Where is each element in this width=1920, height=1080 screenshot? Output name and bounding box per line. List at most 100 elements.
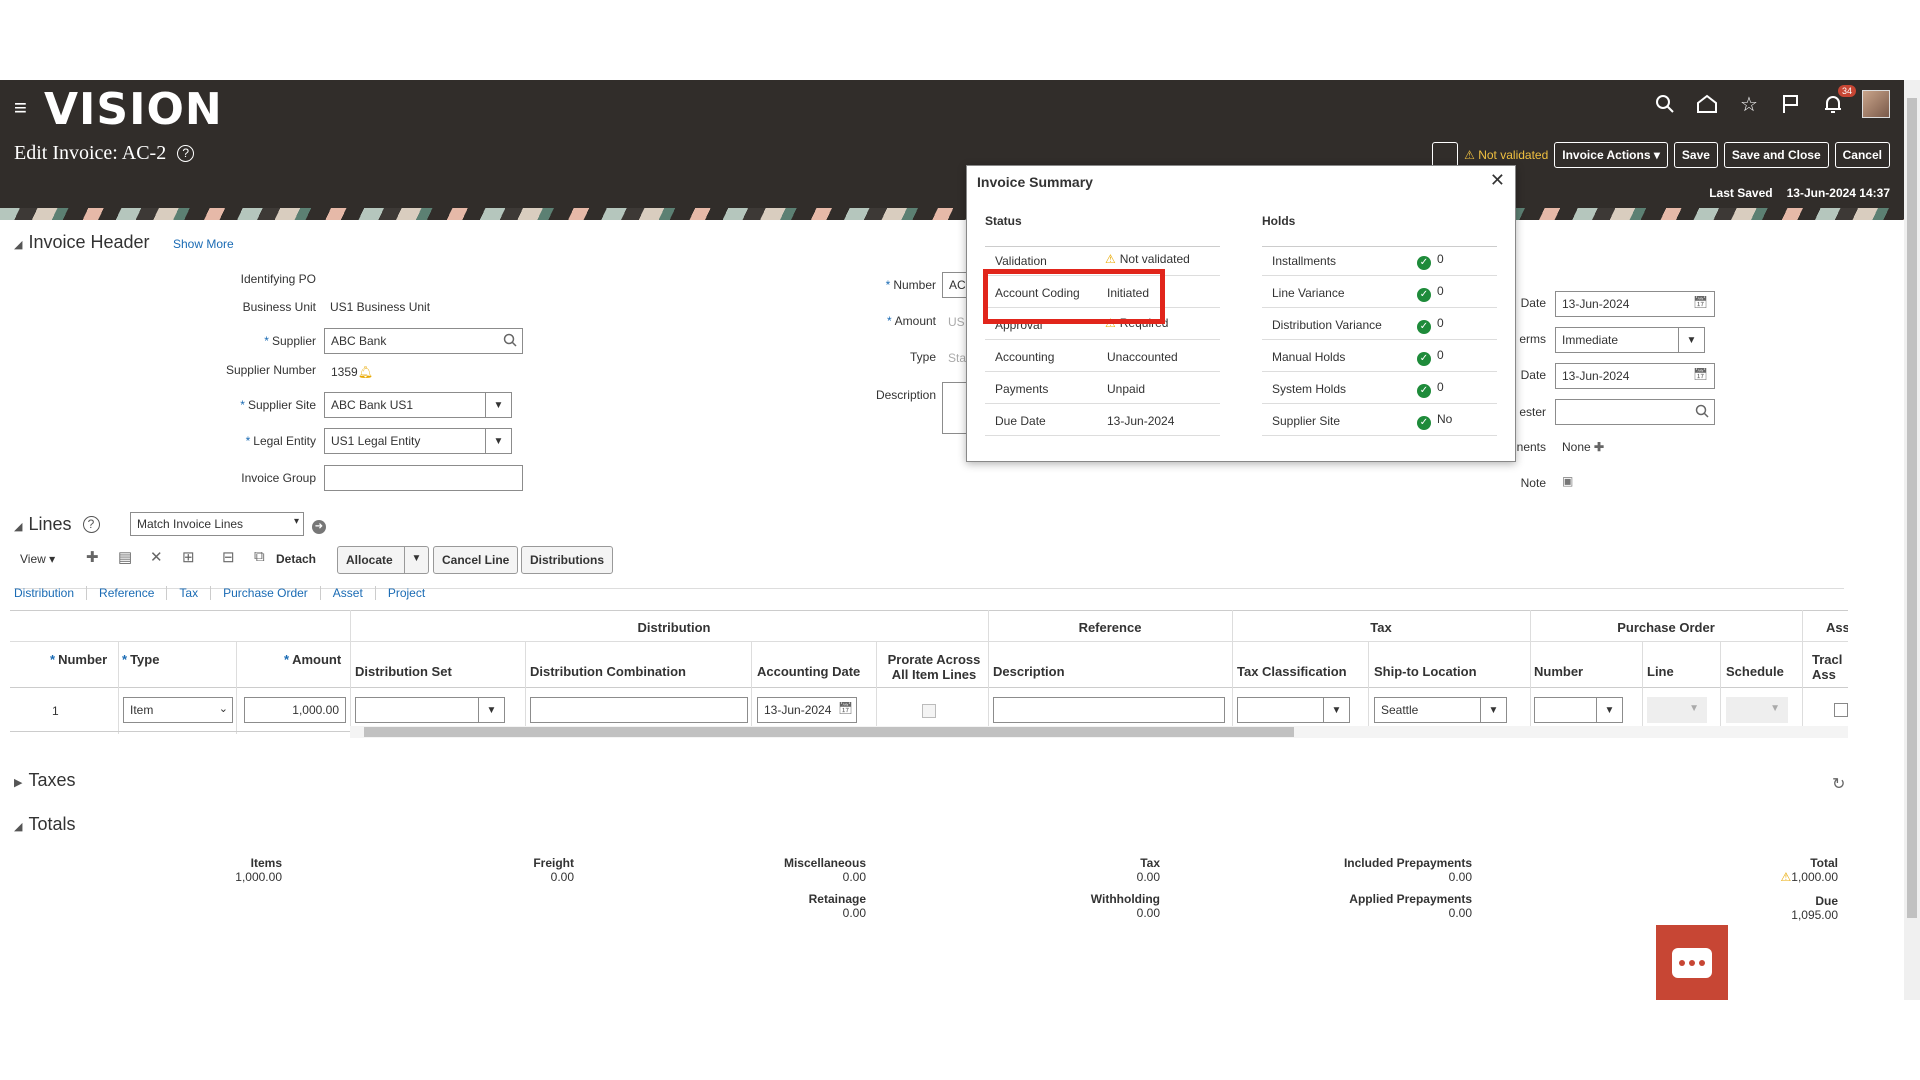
help-icon[interactable]: ? — [177, 145, 195, 162]
invoice-actions-button[interactable]: Invoice Actions ▾ — [1554, 142, 1668, 168]
unaccounted-link[interactable]: Unaccounted — [1107, 350, 1178, 364]
col-distribution-combination[interactable]: Distribution Combination — [530, 664, 686, 679]
terms-date-input[interactable]: 13-Jun-2024 📅︎ — [1555, 363, 1715, 389]
allocate-button[interactable]: Allocate ▼ — [337, 546, 429, 574]
dropdown-arrow-icon[interactable]: ▼ — [404, 547, 428, 573]
col-track-asset[interactable]: Tracl Ass — [1812, 652, 1848, 682]
tab-project[interactable]: Project — [376, 586, 437, 600]
dropdown-arrow-icon[interactable]: ▼ — [1480, 698, 1506, 722]
dropdown-arrow-icon[interactable]: ▼ — [478, 698, 504, 722]
totals-applied-prepayments: Applied Prepayments 0.00 — [1282, 892, 1472, 920]
col-number[interactable]: * Number — [50, 652, 107, 667]
col-type[interactable]: * Type — [122, 652, 159, 667]
dropdown-arrow-icon[interactable]: ▼ — [1678, 328, 1704, 352]
col-amount[interactable]: * Amount — [284, 652, 341, 667]
taxes-section[interactable]: ▶ Taxes — [14, 770, 76, 791]
detach-icon[interactable]: ⧉ — [254, 548, 265, 565]
col-description[interactable]: Description — [993, 664, 1065, 679]
search-icon[interactable] — [1695, 404, 1709, 421]
lines-section[interactable]: ◢ Lines ? — [14, 514, 100, 535]
dropdown-arrow-icon[interactable]: ▼ — [485, 393, 511, 417]
row-type-select[interactable]: Item ⌄ — [123, 697, 233, 723]
show-more-link[interactable]: Show More — [173, 237, 234, 251]
col-po-line[interactable]: Line — [1647, 664, 1674, 679]
supplier-input[interactable]: ABC Bank — [324, 328, 523, 354]
row-amount-input[interactable]: 1,000.00 — [244, 697, 346, 723]
row-tax-classification-select[interactable]: ▼ — [1237, 697, 1350, 723]
delete-icon[interactable]: ✕ — [150, 548, 163, 566]
help-icon[interactable]: ? — [82, 516, 100, 533]
save-and-close-button[interactable]: Save and Close — [1723, 142, 1829, 168]
cancel-button[interactable]: Cancel — [1834, 142, 1890, 168]
user-avatar[interactable] — [1862, 90, 1890, 118]
requester-input[interactable] — [1555, 399, 1715, 425]
hold-value-text: 0 — [1437, 316, 1444, 330]
row-po-number-select[interactable]: ▼ — [1534, 697, 1623, 723]
calendar-icon[interactable]: 📅︎ — [1693, 295, 1708, 309]
invoice-date-input[interactable]: 13-Jun-2024 📅︎ — [1555, 291, 1715, 317]
scrollbar-thumb[interactable] — [364, 727, 1294, 737]
totals-section[interactable]: ◢ Totals — [14, 814, 76, 835]
prorate-checkbox[interactable] — [922, 704, 936, 718]
home-icon[interactable] — [1694, 91, 1720, 117]
row-accounting-date-input[interactable]: 13-Jun-2024 📅︎ — [757, 697, 857, 723]
legal-entity-select[interactable]: US1 Legal Entity ▼ — [324, 428, 512, 454]
col-tax-classification[interactable]: Tax Classification — [1237, 664, 1347, 679]
dropdown-arrow-icon[interactable]: ▼ — [1323, 698, 1349, 722]
chat-button[interactable] — [1656, 925, 1728, 1000]
dropdown-arrow-icon[interactable]: ▼ — [1596, 698, 1622, 722]
add-row-icon[interactable]: ✚ — [86, 548, 99, 566]
col-prorate[interactable]: Prorate Across All Item Lines — [882, 652, 986, 682]
totals-miscellaneous: Miscellaneous 0.00 — [716, 856, 866, 884]
row-description-input[interactable] — [993, 697, 1225, 723]
detach-button[interactable]: Detach — [276, 552, 316, 566]
flag-icon[interactable] — [1778, 91, 1804, 117]
menu-icon[interactable]: ≡ — [14, 97, 34, 119]
match-invoice-lines-select[interactable]: Match Invoice Lines ▾ — [130, 512, 304, 536]
refresh-icon[interactable]: ↻ — [1832, 774, 1845, 794]
distributions-button[interactable]: Distributions — [521, 546, 613, 574]
row-distribution-combination-input[interactable] — [530, 697, 748, 723]
add-attachment-icon[interactable]: ✚ — [1594, 440, 1604, 454]
invoice-header-section[interactable]: ◢ Invoice Header — [14, 232, 150, 253]
terms-select[interactable]: Immediate ▼ — [1555, 327, 1705, 353]
note-icon[interactable]: ▣ — [1562, 474, 1573, 488]
tab-asset[interactable]: Asset — [321, 586, 376, 600]
col-po-number[interactable]: Number — [1534, 664, 1583, 679]
go-arrow-icon[interactable]: ➜ — [312, 520, 326, 534]
row-distribution-set-select[interactable]: ▼ — [355, 697, 505, 723]
favorites-star-icon[interactable]: ☆ — [1736, 91, 1762, 117]
calendar-icon[interactable]: 📅︎ — [838, 701, 853, 715]
dropdown-arrow-icon[interactable]: ▼ — [485, 429, 511, 453]
supplier-site-select[interactable]: ABC Bank US1 ▼ — [324, 392, 512, 418]
cancel-line-button[interactable]: Cancel Line — [433, 546, 519, 574]
invoice-group-input[interactable] — [324, 465, 523, 491]
check-icon: ✓ — [1417, 320, 1431, 334]
split-icon[interactable]: ⊞ — [182, 548, 195, 566]
horizontal-scrollbar[interactable] — [350, 726, 1848, 738]
view-menu[interactable]: View ▾ — [20, 552, 55, 566]
scrollbar-thumb[interactable] — [1907, 98, 1917, 918]
col-schedule[interactable]: Schedule — [1726, 664, 1784, 679]
chevron-down-icon: ▾ — [1653, 148, 1660, 162]
tab-reference[interactable]: Reference — [87, 586, 168, 600]
edit-icon[interactable]: ⊟ — [222, 548, 235, 566]
notifications-bell-icon[interactable]: 34 — [1820, 85, 1856, 117]
close-icon[interactable]: ✕ — [1490, 170, 1505, 191]
save-button[interactable]: Save — [1673, 142, 1718, 168]
search-icon[interactable] — [1652, 91, 1678, 117]
col-distribution-set[interactable]: Distribution Set — [355, 664, 452, 679]
search-icon[interactable] — [503, 333, 517, 350]
col-accounting-date[interactable]: Accounting Date — [757, 664, 860, 679]
duplicate-icon[interactable]: ▤ — [118, 548, 132, 566]
col-ship-to[interactable]: Ship-to Location — [1374, 664, 1477, 679]
tab-purchase-order[interactable]: Purchase Order — [211, 586, 321, 600]
row-ship-to-select[interactable]: Seattle ▼ — [1374, 697, 1507, 723]
track-asset-checkbox[interactable] — [1834, 703, 1848, 717]
hold-value: ✓ 0 — [1417, 252, 1444, 270]
tab-distribution[interactable]: Distribution — [14, 586, 88, 600]
vertical-scrollbar[interactable] — [1904, 80, 1920, 1000]
calendar-icon[interactable]: 📅︎ — [1693, 367, 1708, 381]
tab-tax[interactable]: Tax — [167, 586, 212, 600]
validation-status[interactable]: ⚠ Not validated — [1464, 148, 1548, 162]
